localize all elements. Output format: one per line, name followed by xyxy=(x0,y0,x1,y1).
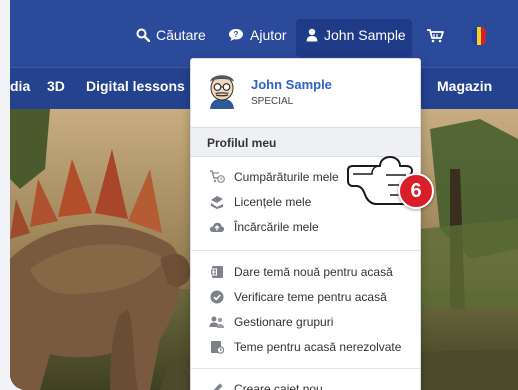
search-label: Căutare xyxy=(156,27,206,43)
menu-item-label: Gestionare grupuri xyxy=(234,315,334,329)
user-icon xyxy=(306,28,318,42)
help-label: Ajutor xyxy=(250,27,287,43)
user-menu-trigger[interactable]: John Sample xyxy=(306,27,406,43)
cart-button[interactable] xyxy=(426,29,444,43)
menu-item-uploads[interactable]: Încărcările mele xyxy=(209,217,319,237)
nav-item-digital-lessons[interactable]: Digital lessons xyxy=(86,78,185,94)
svg-text:?: ? xyxy=(234,30,239,39)
menu-item-label: Licențele mele xyxy=(234,195,312,209)
menu-divider xyxy=(191,250,420,251)
search-icon xyxy=(136,28,150,42)
avatar xyxy=(203,69,241,113)
user-name-label: John Sample xyxy=(324,27,406,43)
help-bubble-icon: ? xyxy=(228,28,244,42)
step-number-badge: 6 xyxy=(398,173,434,209)
pencil-icon xyxy=(209,381,225,390)
menu-item-label: Cumpărăturile mele xyxy=(234,170,339,184)
nav-item-media[interactable]: dia xyxy=(10,78,30,94)
profile-section-title: Profilul meu xyxy=(207,136,277,150)
profile-role: SPECIAL xyxy=(251,96,294,107)
pending-assignment-icon xyxy=(209,339,225,355)
romania-flag-icon xyxy=(472,27,486,45)
menu-item-new-workbook[interactable]: Creare caiet nou xyxy=(209,379,323,390)
profile-name: John Sample xyxy=(251,77,332,92)
menu-item-manage-groups[interactable]: Gestionare grupuri xyxy=(209,312,333,332)
nav-item-3d[interactable]: 3D xyxy=(47,78,65,94)
menu-item-new-homework[interactable]: Dare temă nouă pentru acasă xyxy=(209,262,393,282)
language-flag-button[interactable] xyxy=(472,27,486,45)
menu-item-label: Creare caiet nou xyxy=(234,382,323,390)
stacked-tags-icon xyxy=(209,194,225,210)
screenshot-frame: Căutare ? Ajutor John Sample dia 3D Digi… xyxy=(0,0,518,390)
menu-item-unsolved-homework[interactable]: Teme pentru acasă nerezolvate xyxy=(209,337,401,357)
app-window: Căutare ? Ajutor John Sample dia 3D Digi… xyxy=(10,0,518,390)
help-button[interactable]: ? Ajutor xyxy=(228,27,287,43)
cart-clock-icon xyxy=(209,169,225,185)
add-assignment-icon xyxy=(209,264,225,280)
nav-item-magazin[interactable]: Magazin xyxy=(437,78,492,94)
menu-item-label: Dare temă nouă pentru acasă xyxy=(234,265,393,279)
cloud-upload-icon xyxy=(209,219,225,235)
user-profile-header: John Sample SPECIAL xyxy=(191,59,420,127)
menu-item-check-homework[interactable]: Verificare teme pentru acasă xyxy=(209,287,387,307)
menu-item-label: Încărcările mele xyxy=(234,220,319,234)
menu-divider xyxy=(191,368,420,369)
cart-icon xyxy=(426,29,444,43)
user-dropdown-menu: John Sample SPECIAL Profilul meu Cumpără… xyxy=(190,58,421,390)
menu-item-purchases[interactable]: Cumpărăturile mele xyxy=(209,167,339,187)
step-number: 6 xyxy=(410,179,422,202)
menu-item-licenses[interactable]: Licențele mele xyxy=(209,192,311,212)
users-icon xyxy=(209,314,225,330)
menu-item-label: Verificare teme pentru acasă xyxy=(234,290,387,304)
check-circle-icon xyxy=(209,289,225,305)
menu-item-label: Teme pentru acasă nerezolvate xyxy=(234,340,402,354)
search-button[interactable]: Căutare xyxy=(136,27,206,43)
